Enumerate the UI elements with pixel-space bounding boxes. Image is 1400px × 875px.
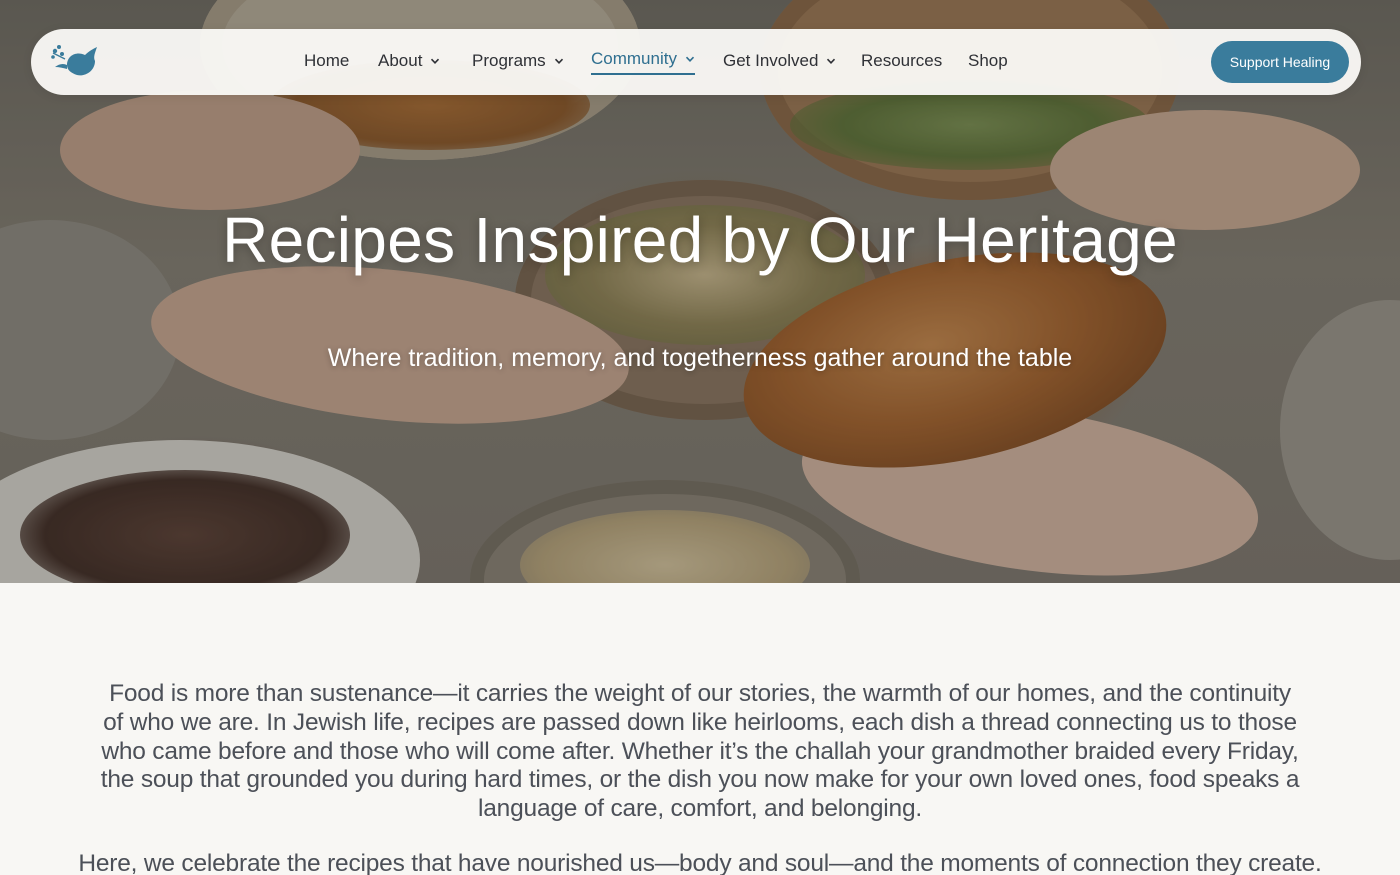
nav-item-label: Community: [591, 49, 677, 68]
nav-item-shop[interactable]: Shop: [968, 51, 1008, 71]
nav-item-label: Get Involved: [723, 51, 819, 70]
main-navigation: Home About Programs Community Get Involv…: [31, 29, 1361, 95]
nav-item-community[interactable]: Community: [591, 49, 695, 75]
intro-paragraph-2: Here, we celebrate the recipes that have…: [78, 850, 1322, 875]
nav-item-about[interactable]: About: [378, 51, 440, 71]
intro-paragraph: Food is more than sustenance—it carries …: [100, 680, 1300, 823]
nav-item-label: Shop: [968, 51, 1008, 70]
nav-item-get-involved[interactable]: Get Involved: [723, 51, 836, 71]
nav-item-resources[interactable]: Resources: [861, 51, 942, 71]
chevron-down-icon: [685, 56, 695, 62]
nav-item-home[interactable]: Home: [304, 51, 349, 71]
nav-menu: Home About Programs Community Get Involv…: [31, 29, 1361, 95]
support-healing-button[interactable]: Support Healing: [1211, 41, 1349, 83]
chevron-down-icon: [554, 58, 563, 64]
hero-title: Recipes Inspired by Our Heritage: [222, 204, 1178, 276]
chevron-down-icon: [827, 58, 836, 64]
nav-item-programs[interactable]: Programs: [472, 51, 564, 71]
nav-item-label: Resources: [861, 51, 943, 70]
nav-item-label: Home: [304, 51, 350, 70]
nav-item-label: Programs: [472, 51, 546, 70]
nav-item-label: About: [378, 51, 423, 70]
chevron-down-icon: [431, 58, 440, 64]
hero-subtitle: Where tradition, memory, and togethernes…: [327, 344, 1073, 372]
